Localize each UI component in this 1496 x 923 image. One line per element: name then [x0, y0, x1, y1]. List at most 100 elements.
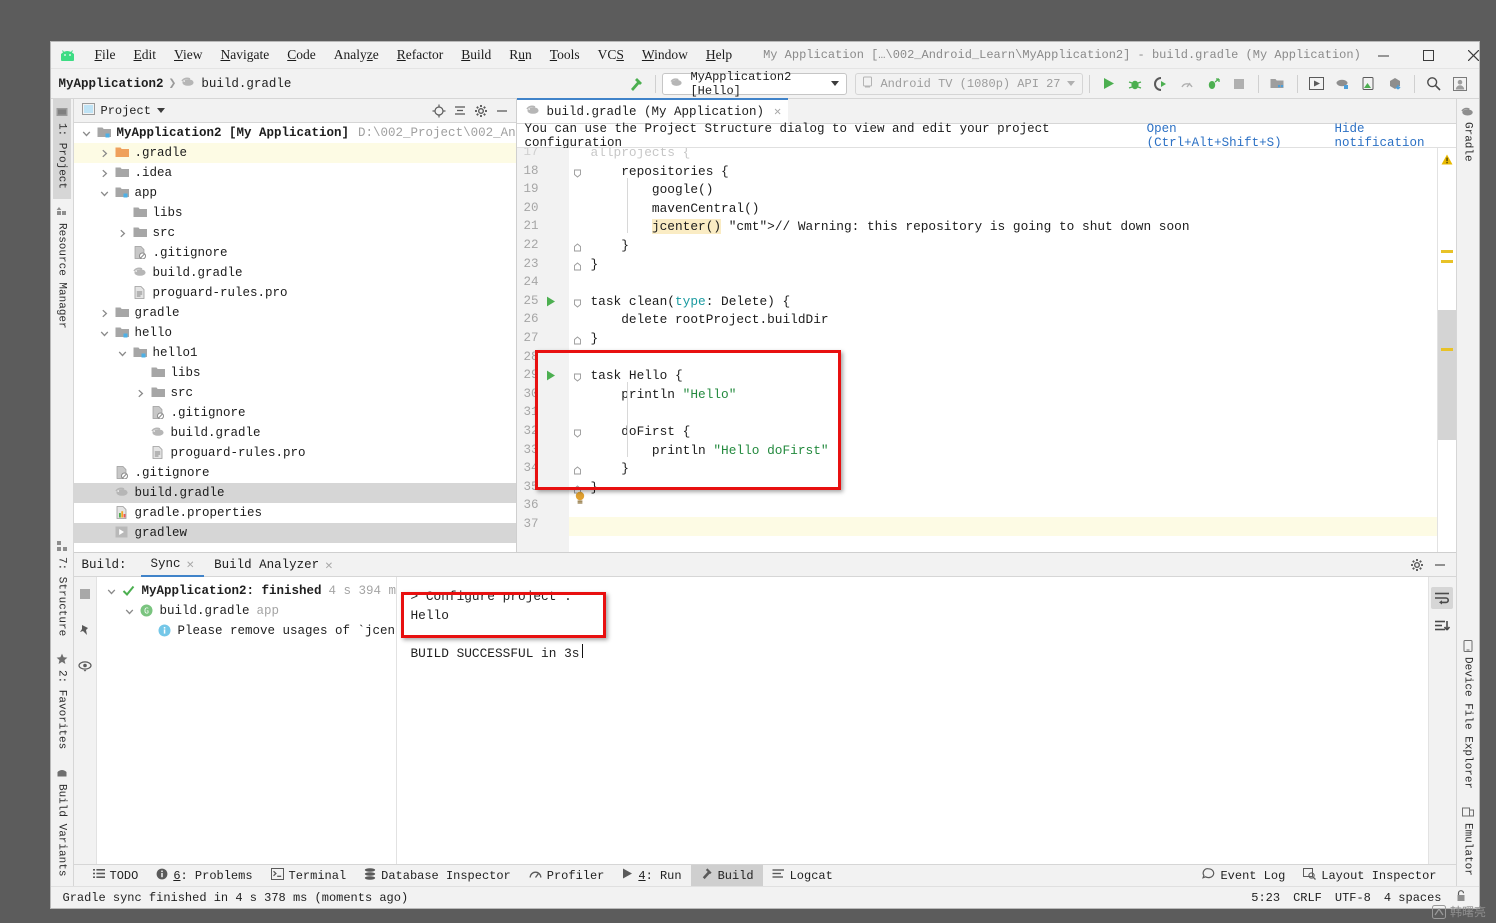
chevron-right-icon[interactable] [98, 307, 111, 320]
maximize-button[interactable] [1406, 42, 1451, 69]
menu-item-run[interactable]: Run [500, 45, 541, 65]
tree-row[interactable]: hello [74, 323, 516, 343]
chevron-right-icon[interactable] [98, 147, 111, 160]
scroll-to-end-icon[interactable] [1431, 615, 1453, 637]
error-stripe-marker[interactable] [1440, 260, 1453, 263]
code-line[interactable]: println "Hello doFirst" [569, 443, 829, 458]
status-line-separator[interactable]: CRLF [1293, 891, 1322, 905]
device-selector[interactable]: Android TV (1080p) API 27 [855, 72, 1083, 95]
avd-manager-icon[interactable] [1304, 72, 1330, 96]
tree-row[interactable]: hello1 [74, 343, 516, 363]
breadcrumb-file[interactable]: build.gradle [201, 77, 291, 91]
close-button[interactable] [1451, 42, 1479, 69]
debug-icon[interactable] [1122, 72, 1148, 96]
tab-build-analyzer[interactable]: Build Analyzer ✕ [204, 553, 343, 577]
profile-avatar-icon[interactable] [1447, 72, 1473, 96]
chevron-down-icon[interactable] [98, 327, 111, 340]
profiler-icon[interactable] [1174, 72, 1200, 96]
menu-item-edit[interactable]: Edit [125, 45, 166, 65]
intention-bulb-icon[interactable] [574, 491, 586, 508]
menu-item-window[interactable]: Window [633, 45, 697, 65]
toolstrip-item-profiler[interactable]: Profiler [520, 865, 614, 887]
tree-row[interactable]: libs [74, 203, 516, 223]
menu-item-build[interactable]: Build [452, 45, 500, 65]
close-icon[interactable]: ✕ [325, 557, 333, 573]
sdk-manager-icon[interactable] [1265, 72, 1291, 96]
chevron-down-icon[interactable] [105, 585, 118, 598]
debug-attach-icon[interactable] [1148, 72, 1174, 96]
toolstrip-item-problems[interactable]: 6: Problems [147, 865, 261, 887]
minimize-icon[interactable] [493, 101, 512, 120]
tree-row[interactable]: gradle.properties [74, 503, 516, 523]
tab-sync[interactable]: Sync ✕ [140, 553, 205, 577]
sidebar-item-project[interactable]: 1: Project [52, 99, 71, 200]
menu-item-refactor[interactable]: Refactor [388, 45, 452, 65]
code-line[interactable]: jcenter() "cmt">// Warning: this reposit… [569, 219, 1190, 235]
settings-gear-icon[interactable] [1408, 555, 1427, 574]
locate-icon[interactable] [430, 101, 449, 120]
chevron-down-icon[interactable] [80, 127, 93, 140]
sidebar-item-resource-manager[interactable]: Resource Manager [53, 199, 71, 339]
toolstrip-item-database-inspector[interactable]: Database Inspector [355, 865, 520, 887]
tree-row[interactable]: .idea [74, 163, 516, 183]
code-line[interactable]: google() [569, 182, 713, 197]
editor-tab-build-gradle[interactable]: build.gradle (My Application) ✕ [516, 98, 789, 123]
device-manager-icon[interactable] [1330, 72, 1356, 96]
chevron-down-icon[interactable] [156, 108, 165, 113]
build-tree-row[interactable]: Gbuild.gradle app [97, 601, 396, 621]
code-line[interactable]: doFirst { [569, 424, 690, 439]
chevron-down-icon[interactable] [116, 347, 129, 360]
hammer-icon[interactable] [623, 73, 649, 95]
run-configuration-selector[interactable]: MyApplication2 [Hello] [662, 70, 848, 98]
tree-row[interactable]: build.gradle [74, 423, 516, 443]
collapse-all-icon[interactable] [451, 101, 470, 120]
apply-changes-icon[interactable] [1200, 72, 1226, 96]
code-fold-icon[interactable] [573, 334, 582, 348]
tree-row[interactable]: gradle [74, 303, 516, 323]
close-icon[interactable]: ✕ [774, 104, 781, 119]
status-encoding[interactable]: UTF-8 [1335, 891, 1371, 905]
minimize-icon[interactable] [1431, 555, 1450, 574]
layout-inspector-icon[interactable] [1356, 72, 1382, 96]
pin-icon[interactable] [74, 619, 96, 641]
menu-item-navigate[interactable]: Navigate [211, 45, 278, 65]
tree-row[interactable]: app [74, 183, 516, 203]
sidebar-item-favorites[interactable]: 2: Favorites [53, 646, 71, 759]
toolstrip-item-logcat[interactable]: Logcat [763, 865, 842, 887]
error-stripe-marker[interactable] [1440, 348, 1453, 351]
settings-gear-icon[interactable] [472, 101, 491, 120]
editor-error-stripe[interactable] [1436, 148, 1456, 552]
sync-gradle-icon[interactable] [1382, 72, 1408, 96]
tree-row[interactable]: MyApplication2 [My Application] D:\002_Pr… [74, 123, 516, 143]
tree-row[interactable]: proguard-rules.pro [74, 443, 516, 463]
build-tree-row[interactable]: Please remove usages of `jcente [97, 621, 396, 641]
notification-hide-link[interactable]: Hide notification [1334, 122, 1455, 150]
menu-item-tools[interactable]: Tools [541, 45, 589, 65]
code-fold-icon[interactable] [573, 260, 582, 274]
menu-item-help[interactable]: Help [697, 45, 741, 65]
build-tree-row[interactable]: MyApplication2: finished 4 s 394 ms [97, 581, 396, 601]
code-line[interactable]: task Hello { [569, 368, 683, 383]
chevron-right-icon[interactable] [116, 227, 129, 240]
chevron-down-icon[interactable] [123, 605, 136, 618]
chevron-right-icon[interactable] [134, 387, 147, 400]
code-fold-icon[interactable] [573, 167, 582, 181]
close-icon[interactable]: ✕ [187, 556, 195, 572]
build-result-tree[interactable]: MyApplication2: finished 4 s 394 ms Gbuild… [96, 577, 397, 864]
menu-item-vcs[interactable]: VCS [589, 45, 633, 65]
tree-row[interactable]: src [74, 223, 516, 243]
tree-row[interactable]: build.gradle [73, 483, 516, 503]
code-line[interactable]: task clean(type: Delete) { [569, 294, 791, 309]
breadcrumb-project[interactable]: MyApplication2 [59, 77, 164, 91]
run-gutter-icon[interactable] [546, 370, 556, 384]
code-line[interactable]: mavenCentral() [569, 201, 760, 216]
toolstrip-item-todo[interactable]: TODO [84, 865, 148, 887]
toolstrip-item-terminal[interactable]: Terminal [262, 865, 356, 887]
warning-stripe-icon[interactable] [1441, 154, 1453, 168]
scrollbar-thumb[interactable] [1437, 310, 1456, 440]
menu-item-view[interactable]: View [165, 45, 211, 65]
tree-row[interactable]: proguard-rules.pro [74, 283, 516, 303]
sidebar-item-device-file-explorer[interactable]: Device File Explorer [1459, 633, 1477, 799]
eye-icon[interactable] [74, 655, 96, 677]
toolstrip-item-build[interactable]: Build [690, 864, 763, 887]
